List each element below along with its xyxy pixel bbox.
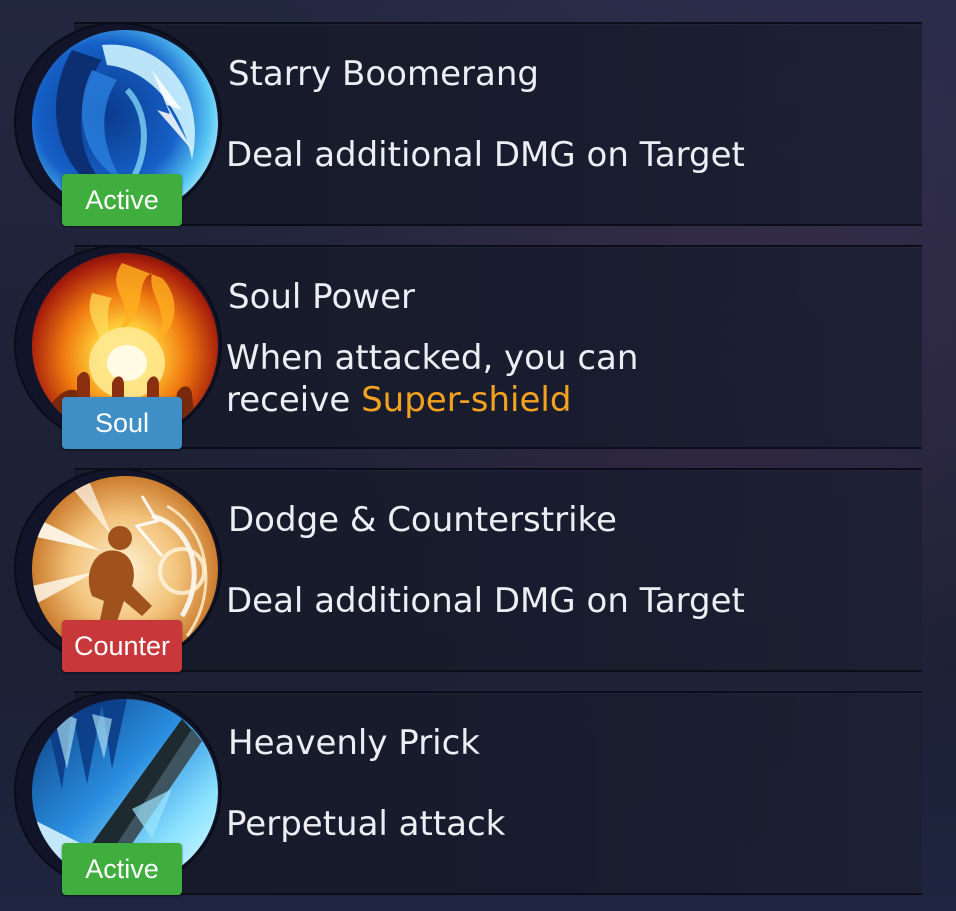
skill-description: Perpetual attack: [226, 804, 506, 844]
skill-name: Dodge & Counterstrike: [228, 500, 617, 540]
badge-counter: Counter: [62, 620, 182, 672]
skill-description: When attacked, you can receive Super-shi…: [226, 337, 638, 421]
skill-row-dodge-counterstrike[interactable]: Counter Dodge & Counterstrike Deal addit…: [14, 468, 934, 672]
skill-row-starry-boomerang[interactable]: Active Starry Boomerang Deal additional …: [14, 22, 934, 226]
badge-active: Active: [62, 843, 182, 895]
skill-list: Active Starry Boomerang Deal additional …: [0, 0, 956, 911]
skill-description: Deal additional DMG on Target: [226, 581, 745, 621]
skill-description-line: When attacked, you can: [226, 338, 639, 378]
badge-active: Active: [62, 174, 182, 226]
super-shield-highlight: Super-shield: [361, 380, 572, 420]
badge-soul: Soul: [62, 397, 182, 449]
skill-name: Soul Power: [228, 277, 415, 317]
skill-row-heavenly-prick[interactable]: Active Heavenly Prick Perpetual attack: [14, 691, 934, 895]
skill-description-line: receive Super-shield: [226, 379, 638, 421]
skill-name: Starry Boomerang: [228, 54, 539, 94]
skill-row-soul-power[interactable]: Soul Soul Power When attacked, you can r…: [14, 245, 934, 449]
skill-name: Heavenly Prick: [228, 723, 480, 763]
skill-description: Deal additional DMG on Target: [226, 135, 745, 175]
skill-description-prefix: receive: [226, 380, 362, 420]
